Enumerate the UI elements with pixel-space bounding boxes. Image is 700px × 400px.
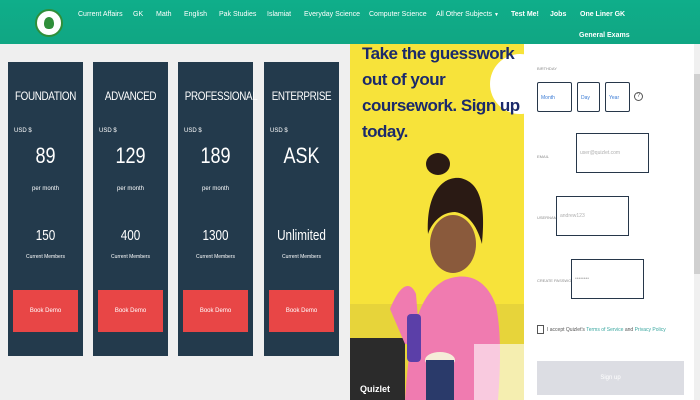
- plan-period: per month: [116, 186, 144, 192]
- nav-computer-science[interactable]: Computer Science: [369, 11, 427, 18]
- plan-title: ADVANCED: [104, 89, 157, 103]
- pricing-card-professional: PROFESSIONAL USD $ 189 per month 1300 Cu…: [178, 62, 258, 356]
- book-demo-button[interactable]: Book Demo: [98, 290, 163, 332]
- plan-title: PROFESSIONAL: [184, 89, 258, 103]
- nav-all-other-subjects-label: All Other Subjects: [436, 11, 493, 18]
- plan-price: 189: [200, 143, 231, 168]
- nav-current-affairs[interactable]: Current Affairs: [78, 11, 123, 18]
- plan-currency: USD $: [99, 128, 117, 134]
- signup-button[interactable]: Sign up: [537, 361, 684, 395]
- birthday-label: BIRTHDAY: [537, 66, 557, 71]
- pricing-card-enterprise: ENTERPRISE USD $ ASK Unlimited Current M…: [264, 62, 339, 356]
- signup-form: BIRTHDAY Month Day Year ? EMAIL user@qui…: [524, 44, 700, 400]
- plan-period: per month: [31, 186, 59, 192]
- birth-month-select[interactable]: Month: [537, 82, 572, 112]
- birth-year-select[interactable]: Year: [605, 82, 630, 112]
- top-navbar: Current Affairs GK Math English Pak Stud…: [0, 0, 700, 44]
- plan-members-count: 1300: [202, 227, 229, 244]
- nav-all-other-subjects[interactable]: All Other Subjects ▼: [436, 11, 499, 18]
- agree-prefix: I accept Quizlet's: [547, 327, 587, 333]
- student-illustration: [350, 153, 524, 400]
- nav-test-me[interactable]: Test Me!: [511, 11, 539, 18]
- plan-members-label: Current Members: [111, 254, 150, 260]
- terms-of-service-link[interactable]: Terms of Service: [586, 327, 623, 333]
- chevron-down-icon: ▼: [494, 12, 499, 18]
- password-field[interactable]: ••••••••: [571, 259, 644, 299]
- plan-period: per month: [201, 186, 229, 192]
- nav-gk[interactable]: GK: [133, 11, 143, 18]
- pricing-card-advanced: ADVANCED USD $ 129 per month 400 Current…: [93, 62, 168, 356]
- email-field[interactable]: user@quizlet.com: [576, 133, 649, 173]
- username-field[interactable]: andrew123: [556, 196, 629, 236]
- nav-general-exams[interactable]: General Exams: [579, 32, 630, 39]
- nav-math[interactable]: Math: [156, 11, 172, 18]
- plan-title: FOUNDATION: [14, 89, 77, 103]
- terms-agreement: I accept Quizlet's Terms of Service and …: [547, 327, 666, 333]
- plan-members-label: Current Members: [26, 254, 65, 260]
- plan-members-count: 150: [35, 227, 56, 244]
- site-logo[interactable]: [35, 9, 63, 37]
- nav-one-liner-gk[interactable]: One Liner GK: [580, 11, 625, 18]
- nav-jobs[interactable]: Jobs: [550, 11, 566, 18]
- ad-brand: Quizlet: [360, 384, 391, 394]
- plan-members-label: Current Members: [196, 254, 235, 260]
- plan-currency: USD $: [14, 128, 32, 134]
- terms-checkbox[interactable]: [537, 325, 544, 334]
- plan-title: ENTERPRISE: [271, 89, 332, 103]
- pricing-card-foundation: FOUNDATION USD $ 89 per month 150 Curren…: [8, 62, 83, 356]
- nav-everyday-science[interactable]: Everyday Science: [304, 11, 360, 18]
- email-label: EMAIL: [537, 154, 550, 159]
- quizlet-ad[interactable]: Take the guesswork out of your coursewor…: [350, 44, 524, 400]
- nav-pak-studies[interactable]: Pak Studies: [219, 11, 256, 18]
- nav-english[interactable]: English: [184, 11, 207, 18]
- plan-currency: USD $: [270, 128, 288, 134]
- plan-price: 129: [115, 143, 146, 168]
- plan-currency: USD $: [184, 128, 202, 134]
- plan-members-label: Current Members: [282, 254, 321, 260]
- privacy-policy-link[interactable]: Privacy Policy: [635, 327, 666, 333]
- birth-day-select[interactable]: Day: [577, 82, 600, 112]
- book-demo-button[interactable]: Book Demo: [269, 290, 334, 332]
- plan-price: 89: [35, 143, 56, 168]
- plan-price: ASK: [283, 143, 320, 168]
- book-demo-button[interactable]: Book Demo: [183, 290, 248, 332]
- book-demo-button[interactable]: Book Demo: [13, 290, 78, 332]
- plan-members-count: Unlimited: [277, 227, 326, 244]
- nav-islamiat[interactable]: Islamiat: [267, 11, 291, 18]
- plan-members-count: 400: [120, 227, 141, 244]
- scrollbar-thumb[interactable]: [694, 74, 700, 274]
- help-icon[interactable]: ?: [634, 92, 643, 101]
- agree-and: and: [623, 327, 635, 333]
